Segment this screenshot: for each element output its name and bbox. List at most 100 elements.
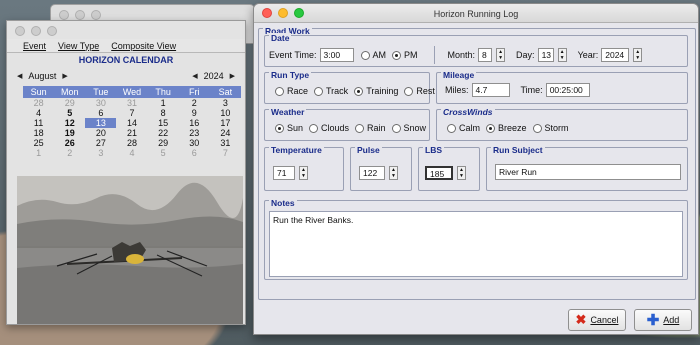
calendar-day[interactable]: 23	[179, 128, 210, 138]
calendar-day[interactable]: 31	[116, 98, 147, 108]
calendar-day[interactable]: 19	[54, 128, 85, 138]
pm-label: PM	[404, 50, 418, 60]
close-button[interactable]	[59, 10, 69, 20]
menu-composite-view[interactable]: Composite View	[111, 41, 176, 51]
sun-radio[interactable]	[275, 123, 284, 133]
calendar-day[interactable]: 3	[210, 98, 241, 108]
track-radio[interactable]	[314, 86, 324, 96]
temperature-input[interactable]: 71	[273, 166, 295, 180]
calendar-day[interactable]: 24	[210, 128, 241, 138]
calendar-day[interactable]: 12	[54, 118, 85, 128]
prev-year-arrow-icon[interactable]: ◀	[192, 72, 197, 80]
next-year-arrow-icon[interactable]: ▶	[230, 72, 235, 80]
calendar-day[interactable]: 20	[85, 128, 116, 138]
calendar-day[interactable]: 8	[148, 108, 179, 118]
calendar-day[interactable]: 25	[23, 138, 54, 148]
calendar-day[interactable]: 2	[54, 148, 85, 158]
calendar-day[interactable]: 5	[54, 108, 85, 118]
storm-label: Storm	[544, 123, 569, 133]
calendar-day[interactable]: 26	[54, 138, 85, 148]
calendar-day[interactable]: 28	[116, 138, 147, 148]
add-button[interactable]: ✚ Add	[634, 309, 692, 331]
year-input[interactable]: 2024	[601, 48, 630, 62]
miles-input[interactable]: 4.7	[471, 83, 510, 97]
cancel-button[interactable]: ✖ Cancel	[568, 309, 626, 331]
crosswinds-group: CrossWinds Calm Breeze Storm	[436, 107, 688, 141]
calendar-day[interactable]: 7	[116, 108, 147, 118]
rest-radio[interactable]	[404, 86, 414, 96]
calendar-day[interactable]: 30	[85, 98, 116, 108]
snow-radio[interactable]	[391, 123, 401, 133]
calendar-day[interactable]: 29	[54, 98, 85, 108]
pm-radio[interactable]	[392, 50, 402, 60]
calendar-day[interactable]: 14	[116, 118, 147, 128]
clouds-label: Clouds	[321, 123, 350, 133]
run-subject-input[interactable]: River Run	[495, 164, 681, 180]
close-button[interactable]	[15, 26, 25, 36]
month-input[interactable]: 8	[478, 48, 493, 62]
calendar-day[interactable]: 18	[23, 128, 54, 138]
calendar-day[interactable]: 10	[210, 108, 241, 118]
event-time-input[interactable]: 3:00	[319, 48, 354, 62]
calendar-day[interactable]: 3	[85, 148, 116, 158]
lbs-input[interactable]: 185	[425, 166, 453, 180]
calendar-day[interactable]: 30	[179, 138, 210, 148]
calendar-day[interactable]: 28	[23, 98, 54, 108]
menu-event[interactable]: Event	[23, 41, 46, 51]
calendar-day[interactable]: 6	[179, 148, 210, 158]
calendar-day[interactable]: 21	[116, 128, 147, 138]
calendar-day[interactable]: 17	[210, 118, 241, 128]
lbs-stepper[interactable]: ▲ ▼	[457, 166, 466, 180]
rest-label: Rest	[416, 86, 435, 96]
calendar-day[interactable]: 31	[210, 138, 241, 148]
training-radio[interactable]	[354, 86, 364, 96]
breeze-radio[interactable]	[486, 123, 496, 133]
pulse-input[interactable]: 122	[359, 166, 385, 180]
calendar-day[interactable]: 6	[85, 108, 116, 118]
calendar-day[interactable]: 7	[210, 148, 241, 158]
calendar-day[interactable]: 2	[179, 98, 210, 108]
notes-textarea[interactable]: Run the River Banks.	[269, 211, 683, 277]
zoom-button[interactable]	[47, 26, 57, 36]
day-input[interactable]: 13	[537, 48, 554, 62]
storm-radio[interactable]	[532, 123, 542, 133]
snow-label: Snow	[403, 123, 427, 133]
calm-radio[interactable]	[447, 123, 456, 133]
minimize-button[interactable]	[31, 26, 41, 36]
clouds-radio[interactable]	[309, 123, 319, 133]
time-input[interactable]: 00:25:00	[545, 83, 590, 97]
calendar-day[interactable]: 9	[179, 108, 210, 118]
calendar-day[interactable]: 1	[23, 148, 54, 158]
weekday-mon: Mon	[60, 87, 79, 97]
am-radio[interactable]	[360, 50, 370, 60]
month-stepper[interactable]: ▲ ▼	[496, 48, 506, 62]
minimize-button[interactable]	[75, 10, 85, 20]
race-radio[interactable]	[275, 86, 284, 96]
mileage-label: Mileage	[441, 70, 477, 80]
calendar-day[interactable]: 4	[23, 108, 54, 118]
calendar-day[interactable]: 22	[148, 128, 179, 138]
year-stepper[interactable]: ▲ ▼	[633, 48, 643, 62]
calendar-day[interactable]: 13	[85, 118, 117, 128]
calendar-day[interactable]: 1	[148, 98, 179, 108]
day-stepper[interactable]: ▲ ▼	[557, 48, 567, 62]
rain-radio[interactable]	[355, 123, 365, 133]
menu-view-type[interactable]: View Type	[58, 41, 99, 51]
calendar-day[interactable]: 29	[148, 138, 179, 148]
calendar-day[interactable]: 4	[116, 148, 147, 158]
calendar-day[interactable]: 27	[85, 138, 116, 148]
pulse-label: Pulse	[355, 145, 382, 155]
calendar-day[interactable]: 11	[23, 118, 54, 128]
pulse-stepper[interactable]: ▲ ▼	[389, 166, 398, 180]
calendar-day[interactable]: 16	[179, 118, 210, 128]
weekday-sat: Sat	[218, 87, 233, 97]
rain-label: Rain	[367, 123, 386, 133]
calendar-grid: Sun Mon Tue Wed Thu Fri Sat 28 29 30 31 1 2 3 4 5 6 7 8 9 1…	[23, 86, 241, 158]
calendar-day[interactable]: 5	[148, 148, 179, 158]
zoom-button[interactable]	[91, 10, 101, 20]
race-label: Race	[287, 86, 309, 96]
prev-month-arrow-icon[interactable]: ◀	[17, 72, 22, 80]
calendar-day[interactable]: 15	[148, 118, 179, 128]
temperature-stepper[interactable]: ▲ ▼	[299, 166, 308, 180]
next-month-arrow-icon[interactable]: ▶	[62, 72, 67, 80]
